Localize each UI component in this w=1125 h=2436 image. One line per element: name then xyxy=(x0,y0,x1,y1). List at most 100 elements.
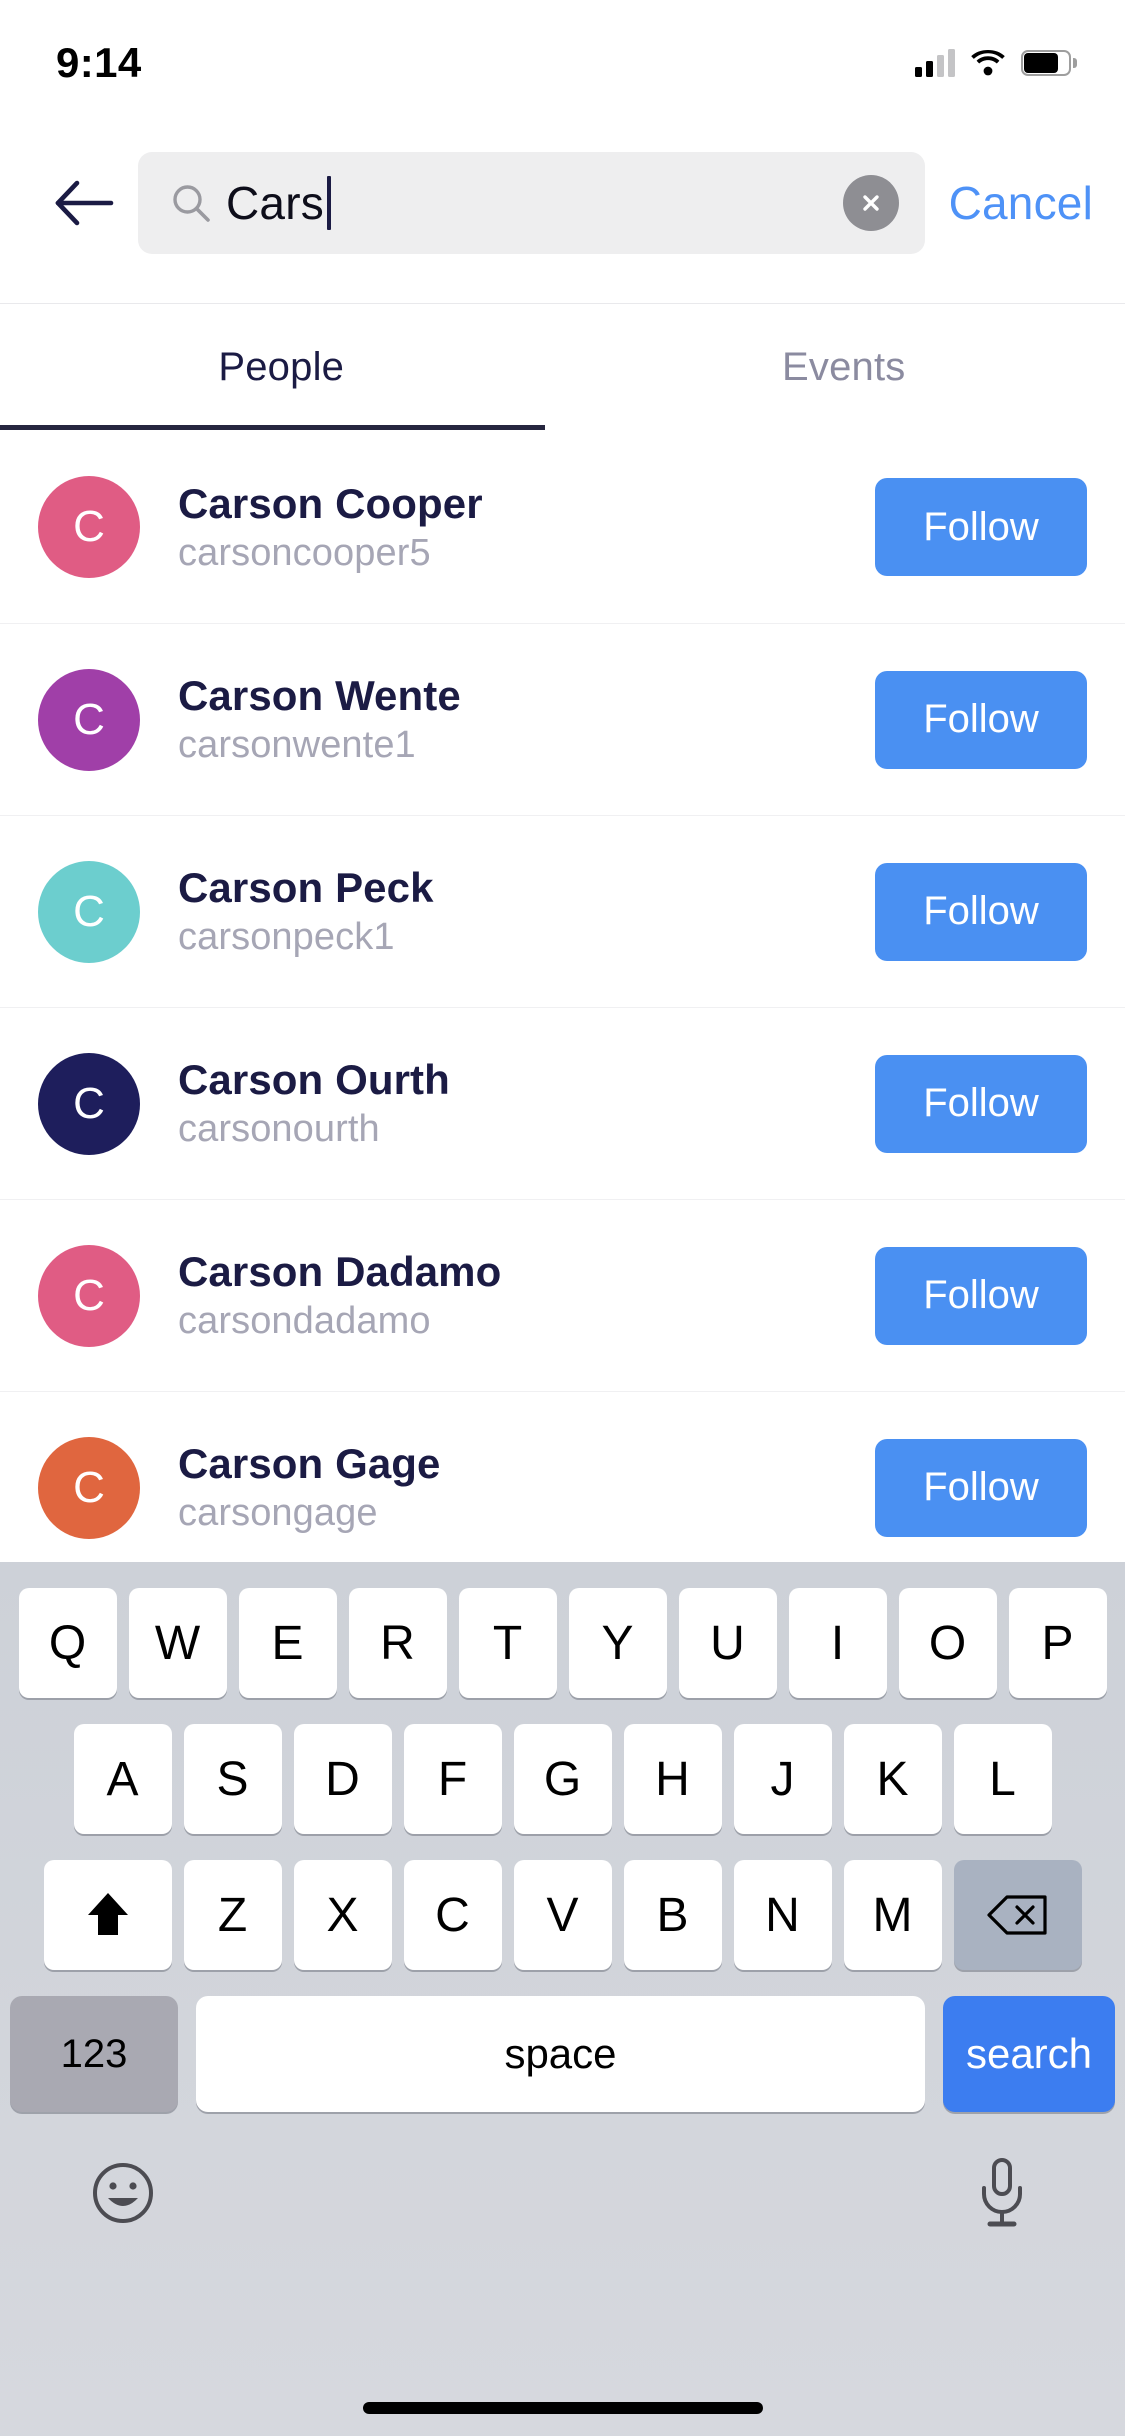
status-time: 9:14 xyxy=(56,39,142,86)
shift-arrow-icon xyxy=(87,1893,128,1935)
navigation-bar: Cars Cancel xyxy=(0,100,1125,305)
space-key[interactable]: space xyxy=(196,1996,925,2112)
keyboard-utility-row xyxy=(0,2130,1125,2230)
avatar: C xyxy=(38,476,140,578)
key-o[interactable]: O xyxy=(898,1588,997,1698)
tab-active-indicator xyxy=(0,425,545,430)
keyboard-row-3: Z X C V B N M xyxy=(0,1860,1125,1970)
dictation-button[interactable] xyxy=(965,2156,1039,2230)
person-username: carsongage xyxy=(178,1492,378,1534)
search-input-value: Cars xyxy=(226,176,324,229)
list-item-text: Carson Wente carsonwente1 xyxy=(140,672,875,767)
key-r[interactable]: R xyxy=(348,1588,447,1698)
key-g[interactable]: G xyxy=(513,1724,612,1834)
back-button[interactable] xyxy=(38,157,130,249)
backspace-icon xyxy=(986,1895,1047,1935)
keyboard-row-2: A S D F G H J K L xyxy=(0,1724,1125,1834)
key-l[interactable]: L xyxy=(953,1724,1052,1834)
key-f[interactable]: F xyxy=(403,1724,502,1834)
key-c[interactable]: C xyxy=(403,1860,502,1970)
shift-key[interactable] xyxy=(43,1860,172,1970)
list-item-text: Carson Gage carsongage xyxy=(140,1440,875,1535)
keyboard-row-1: Q W E R T Y U I O P xyxy=(0,1588,1125,1698)
numbers-key[interactable]: 123 xyxy=(10,1996,178,2112)
list-item[interactable]: C Carson Peck carsonpeck1 Follow xyxy=(0,815,1125,1007)
follow-button[interactable]: Follow xyxy=(875,670,1087,769)
keyboard-row-4: 123 space search xyxy=(0,1996,1125,2112)
key-u[interactable]: U xyxy=(678,1588,777,1698)
text-cursor xyxy=(326,175,331,230)
backspace-key[interactable] xyxy=(953,1860,1082,1970)
wifi-icon xyxy=(971,50,1005,76)
person-username: carsoncooper5 xyxy=(178,531,431,574)
status-bar: 9:14 xyxy=(0,0,1125,100)
person-name: Carson Peck xyxy=(178,864,434,911)
people-results-list[interactable]: C Carson Cooper carsoncooper5 Follow C C… xyxy=(0,431,1125,1562)
tab-events[interactable]: Events xyxy=(563,304,1125,431)
status-indicators xyxy=(915,49,1077,77)
list-item-text: Carson Peck carsonpeck1 xyxy=(140,864,875,959)
key-s[interactable]: S xyxy=(183,1724,282,1834)
person-username: carsondadamo xyxy=(178,1300,431,1342)
key-b[interactable]: B xyxy=(623,1860,722,1970)
search-key[interactable]: search xyxy=(943,1996,1115,2112)
key-t[interactable]: T xyxy=(458,1588,557,1698)
key-v[interactable]: V xyxy=(513,1860,612,1970)
person-name: Carson Cooper xyxy=(178,479,483,527)
key-a[interactable]: A xyxy=(73,1724,172,1834)
list-item-text: Carson Cooper carsoncooper5 xyxy=(140,480,875,575)
cancel-button[interactable]: Cancel xyxy=(943,176,1097,230)
list-item[interactable]: C Carson Wente carsonwente1 Follow xyxy=(0,623,1125,815)
emoji-button[interactable] xyxy=(86,2156,160,2230)
follow-button[interactable]: Follow xyxy=(875,862,1087,961)
person-username: carsonpeck1 xyxy=(178,916,395,958)
key-e[interactable]: E xyxy=(238,1588,337,1698)
avatar: C xyxy=(38,1244,140,1347)
key-x[interactable]: X xyxy=(293,1860,392,1970)
person-name: Carson Ourth xyxy=(178,1056,450,1103)
avatar: C xyxy=(38,1436,140,1539)
key-h[interactable]: H xyxy=(623,1724,722,1834)
back-arrow-icon xyxy=(55,180,114,225)
cellular-signal-icon xyxy=(915,49,955,77)
avatar: C xyxy=(38,860,140,963)
person-username: carsonourth xyxy=(178,1108,380,1150)
key-q[interactable]: Q xyxy=(18,1588,117,1698)
list-item-text: Carson Ourth carsonourth xyxy=(140,1056,875,1151)
key-n[interactable]: N xyxy=(733,1860,832,1970)
list-item[interactable]: C Carson Cooper carsoncooper5 Follow xyxy=(0,431,1125,623)
list-item[interactable]: C Carson Gage carsongage Follow xyxy=(0,1391,1125,1562)
tab-bar: People Events xyxy=(0,303,1125,431)
follow-button[interactable]: Follow xyxy=(875,1438,1087,1537)
follow-button[interactable]: Follow xyxy=(875,478,1087,576)
battery-icon xyxy=(1021,50,1077,76)
search-input[interactable]: Cars xyxy=(138,151,925,254)
person-name: Carson Wente xyxy=(178,672,461,719)
key-m[interactable]: M xyxy=(843,1860,942,1970)
key-w[interactable]: W xyxy=(128,1588,227,1698)
home-indicator-bar xyxy=(362,2402,763,2414)
key-j[interactable]: J xyxy=(733,1724,832,1834)
key-y[interactable]: Y xyxy=(568,1588,667,1698)
follow-button[interactable]: Follow xyxy=(875,1246,1087,1345)
key-d[interactable]: D xyxy=(293,1724,392,1834)
magnifier-icon xyxy=(173,184,210,222)
key-z[interactable]: Z xyxy=(183,1860,282,1970)
avatar: C xyxy=(38,1052,140,1155)
onscreen-keyboard[interactable]: Q W E R T Y U I O P A S D F G H J K L Z … xyxy=(0,1562,1125,2436)
list-item[interactable]: C Carson Ourth carsonourth Follow xyxy=(0,1007,1125,1199)
microphone-icon xyxy=(982,2158,1022,2227)
key-i[interactable]: I xyxy=(788,1588,887,1698)
emoji-smiley-icon xyxy=(93,2163,153,2223)
follow-button[interactable]: Follow xyxy=(875,1054,1087,1153)
person-username: carsonwente1 xyxy=(178,724,416,766)
key-k[interactable]: K xyxy=(843,1724,942,1834)
person-name: Carson Gage xyxy=(178,1440,441,1487)
close-icon xyxy=(862,194,879,211)
clear-search-button[interactable] xyxy=(842,174,899,231)
tab-people[interactable]: People xyxy=(0,304,563,431)
list-item-text: Carson Dadamo carsondadamo xyxy=(140,1248,875,1343)
avatar: C xyxy=(38,668,140,771)
key-p[interactable]: P xyxy=(1008,1588,1107,1698)
list-item[interactable]: C Carson Dadamo carsondadamo Follow xyxy=(0,1199,1125,1391)
